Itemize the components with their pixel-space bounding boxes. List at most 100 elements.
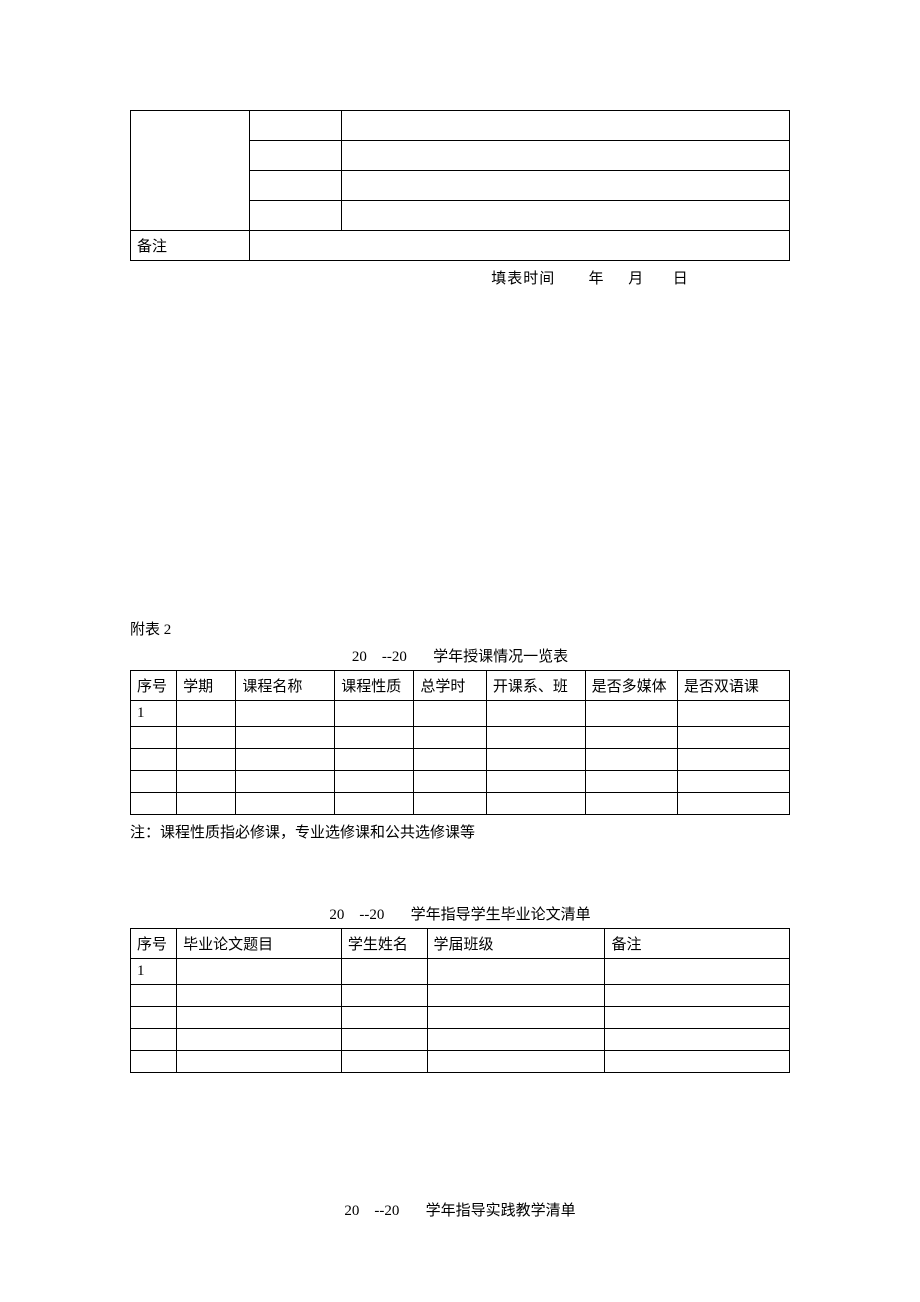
table3-title-suffix: 学年指导学生毕业论文清单	[411, 907, 591, 923]
cell	[236, 749, 335, 771]
table3-title: 20 --20 学年指导学生毕业论文清单	[130, 903, 790, 924]
cell	[585, 771, 677, 793]
cell	[585, 793, 677, 815]
table2-note: 注：课程性质指必修课，专业选修课和公共选修课等	[130, 821, 790, 842]
th-thesis-title: 毕业论文题目	[177, 929, 342, 959]
cell	[486, 793, 585, 815]
top-table: 备注	[130, 110, 790, 261]
year-label: 年	[588, 271, 604, 287]
cell	[177, 1029, 342, 1051]
table-row: 备注	[131, 231, 790, 261]
cell	[341, 201, 789, 231]
th-multimedia: 是否多媒体	[585, 671, 677, 701]
cell	[585, 727, 677, 749]
cell	[414, 749, 486, 771]
table2-title-suffix: 学年授课情况一览表	[433, 649, 568, 665]
cell-seq	[131, 771, 177, 793]
cell	[427, 985, 605, 1007]
cell	[341, 1029, 427, 1051]
table-row: 1	[131, 959, 790, 985]
table-header-row: 序号 毕业论文题目 学生姓名 学届班级 备注	[131, 929, 790, 959]
cell	[177, 959, 342, 985]
th-remark: 备注	[605, 929, 790, 959]
th-hours: 总学时	[414, 671, 486, 701]
table-row	[131, 1051, 790, 1073]
cell	[335, 701, 414, 727]
table2-title: 20 --20 学年授课情况一览表	[130, 645, 790, 666]
table-row	[131, 111, 790, 141]
table3-title-sep: --20	[359, 907, 384, 923]
cell	[335, 771, 414, 793]
cell	[427, 1029, 605, 1051]
cell	[177, 1007, 342, 1029]
cell	[605, 1029, 790, 1051]
cell	[341, 1051, 427, 1073]
th-seq: 序号	[131, 671, 177, 701]
th-course-name: 课程名称	[236, 671, 335, 701]
cell-seq	[131, 985, 177, 1007]
cell	[677, 727, 789, 749]
cell	[414, 793, 486, 815]
cell	[341, 141, 789, 171]
table4-title: 20 --20 学年指导实践教学清单	[130, 1199, 790, 1220]
cell-seq	[131, 749, 177, 771]
cell	[177, 985, 342, 1007]
cell	[486, 771, 585, 793]
table-row	[131, 985, 790, 1007]
cell	[335, 749, 414, 771]
appendix-label: 附表 2	[130, 618, 790, 639]
cell	[605, 1007, 790, 1029]
cell	[427, 959, 605, 985]
table-row	[131, 1029, 790, 1051]
cell	[177, 701, 236, 727]
cell	[605, 959, 790, 985]
cell	[177, 771, 236, 793]
table-row	[131, 1007, 790, 1029]
th-seq: 序号	[131, 929, 177, 959]
table4-title-sep: --20	[374, 1203, 399, 1219]
cell	[341, 959, 427, 985]
cell	[249, 171, 341, 201]
thesis-table: 序号 毕业论文题目 学生姓名 学届班级 备注 1	[130, 928, 790, 1073]
cell	[677, 749, 789, 771]
cell	[427, 1007, 605, 1029]
cell	[486, 701, 585, 727]
cell-seq	[131, 1029, 177, 1051]
th-course-type: 课程性质	[335, 671, 414, 701]
cell	[414, 701, 486, 727]
cell	[236, 701, 335, 727]
table-row	[131, 793, 790, 815]
cell-seq: 1	[131, 701, 177, 727]
cell-seq	[131, 1007, 177, 1029]
course-table: 序号 学期 课程名称 课程性质 总学时 开课系、班 是否多媒体 是否双语课 1	[130, 670, 790, 815]
remark-label: 备注	[131, 231, 250, 261]
cell	[177, 793, 236, 815]
cell	[677, 793, 789, 815]
cell-seq	[131, 793, 177, 815]
th-student-name: 学生姓名	[341, 929, 427, 959]
cell	[677, 771, 789, 793]
cell-merged-left	[131, 111, 250, 231]
th-dept-class: 开课系、班	[486, 671, 585, 701]
cell-seq	[131, 1051, 177, 1073]
cell	[486, 749, 585, 771]
table-header-row: 序号 学期 课程名称 课程性质 总学时 开课系、班 是否多媒体 是否双语课	[131, 671, 790, 701]
cell	[236, 771, 335, 793]
th-class: 学届班级	[427, 929, 605, 959]
cell	[341, 1007, 427, 1029]
cell	[585, 701, 677, 727]
table-row: 1	[131, 701, 790, 727]
table4-title-prefix: 20	[344, 1203, 359, 1219]
cell	[177, 749, 236, 771]
month-label: 月	[628, 271, 644, 287]
cell	[486, 727, 585, 749]
cell	[335, 727, 414, 749]
cell	[249, 111, 341, 141]
date-line: 填表时间 年 月 日	[130, 267, 790, 288]
remark-cell	[249, 231, 789, 261]
cell	[414, 727, 486, 749]
cell	[605, 1051, 790, 1073]
cell-seq: 1	[131, 959, 177, 985]
cell	[341, 111, 789, 141]
table-row	[131, 727, 790, 749]
